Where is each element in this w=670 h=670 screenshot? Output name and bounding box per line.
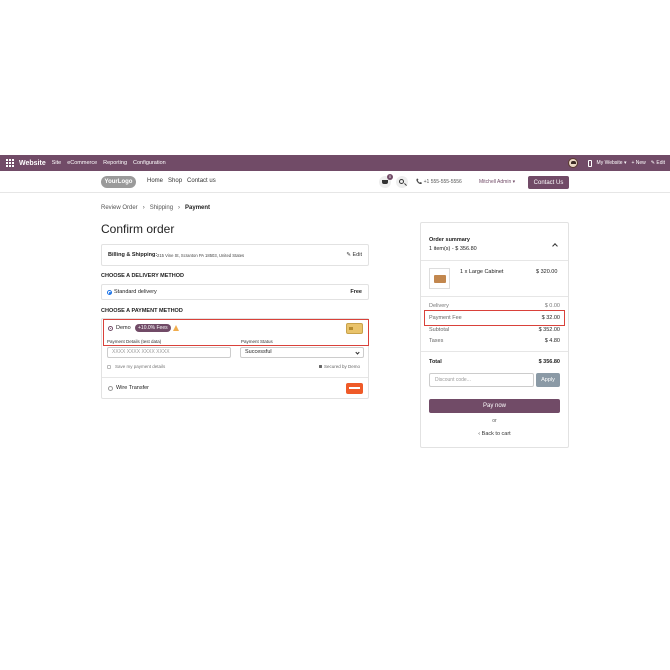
breadcrumb-review[interactable]: Review Order <box>101 205 138 211</box>
billing-label: Billing & Shipping: <box>108 252 158 258</box>
subtotal-row: Subtotal $ 352.00 <box>429 327 560 333</box>
logo-text-a: Your <box>104 179 118 185</box>
contact-us-button[interactable]: Contact Us <box>528 176 569 189</box>
billing-edit-button[interactable]: ✎ Edit <box>346 252 362 258</box>
lock-icon <box>319 365 322 368</box>
save-details-checkbox[interactable] <box>107 365 111 369</box>
divider <box>421 260 568 261</box>
payment-fee-label: Payment Fee <box>429 315 462 321</box>
breadcrumb-shipping[interactable]: Shipping <box>150 205 173 211</box>
admin-menu-ecommerce[interactable]: eCommerce <box>67 160 97 166</box>
logo-text-b: Logo <box>117 179 133 185</box>
mobile-preview-icon[interactable] <box>587 159 592 167</box>
breadcrumb-sep: › <box>142 205 145 211</box>
taxes-value: $ 4.80 <box>544 338 560 344</box>
breadcrumb-sep: › <box>178 205 181 211</box>
pay-now-button[interactable]: Pay now <box>429 399 560 413</box>
delivery-radio[interactable] <box>107 290 112 295</box>
subtotal-value: $ 352.00 <box>538 327 560 333</box>
admin-menu: Site eCommerce Reporting Configuration <box>52 160 172 166</box>
delivery-heading: CHOOSE A DELIVERY METHOD <box>101 273 185 279</box>
taxes-label: Taxes <box>429 338 444 344</box>
edit-button[interactable]: ✎ Edit <box>651 160 665 166</box>
order-summary-card <box>420 222 569 448</box>
delivery-row: Delivery $ 0.00 <box>429 303 560 309</box>
summary-title: Order summary <box>429 237 470 243</box>
payment-status-value: Successful <box>245 349 272 355</box>
card-number-input[interactable]: XXXX XXXX XXXX XXXX <box>107 347 231 358</box>
payment-heading: CHOOSE A PAYMENT METHOD <box>101 308 183 314</box>
new-button[interactable]: + New <box>631 160 645 166</box>
search-button[interactable] <box>396 176 408 188</box>
site-header: Your Logo Home Shop Contact us 0 📞 +1 555… <box>0 171 670 193</box>
breadcrumb-payment: Payment <box>185 205 211 211</box>
apply-button[interactable]: Apply <box>536 373 560 387</box>
site-logo[interactable]: Your Logo <box>101 176 136 188</box>
payment-fee-value: $ 32.00 <box>541 315 560 321</box>
nav-home[interactable]: Home <box>147 178 163 184</box>
delivery-method-label: Standard delivery <box>114 289 157 295</box>
delivery-row-label: Delivery <box>429 303 449 309</box>
my-website-menu[interactable]: My Website ▾ <box>597 160 627 166</box>
search-icon <box>399 179 404 184</box>
back-to-cart-link[interactable]: ‹ Back to cart <box>429 431 560 437</box>
fee-badge: +10.0% Fees <box>135 324 171 332</box>
taxes-row: Taxes $ 4.80 <box>429 338 560 344</box>
divider <box>102 377 368 378</box>
user-menu[interactable]: Mitchell Admin ▾ <box>479 179 515 185</box>
cart-icon <box>382 180 388 184</box>
wire-transfer-label[interactable]: Wire Transfer <box>116 385 149 391</box>
divider <box>421 351 568 352</box>
total-label: Total <box>429 359 442 365</box>
payment-details-label: Payment Details (test data) <box>107 339 162 344</box>
phone-number[interactable]: 📞 +1 555-555-5556 <box>416 179 462 185</box>
nav-contact[interactable]: Contact us <box>187 178 216 184</box>
summary-subtitle: 1 item(s) - $ 356.80 <box>429 246 477 252</box>
secured-by-text: Secured by Demo <box>324 364 361 369</box>
admin-bar: Website Site eCommerce Reporting Configu… <box>0 155 670 171</box>
discount-code-input[interactable]: Discount code... <box>429 373 534 387</box>
admin-menu-configuration[interactable]: Configuration <box>133 160 166 166</box>
divider <box>421 296 568 297</box>
demo-radio[interactable] <box>108 326 113 331</box>
demo-label[interactable]: Demo <box>116 325 131 331</box>
payment-status-select[interactable]: Successful <box>240 347 364 358</box>
page-title: Confirm order <box>101 222 175 236</box>
cart-button[interactable]: 0 <box>379 174 393 188</box>
wire-transfer-radio[interactable] <box>108 386 113 391</box>
product-name: 1 x Large Cabinet <box>460 269 504 275</box>
user-avatar[interactable] <box>567 158 578 168</box>
admin-menu-reporting[interactable]: Reporting <box>103 160 127 166</box>
total-row: Total $ 356.80 <box>429 359 560 365</box>
admin-right: My Website ▾ + New ✎ Edit <box>567 155 665 171</box>
payment-status-label: Payment Status <box>241 339 273 344</box>
delivery-option[interactable]: Standard delivery Free <box>101 284 369 300</box>
billing-address: 215 Vine St, Scranton PA 18503, United S… <box>157 253 245 258</box>
nav-shop[interactable]: Shop <box>168 178 182 184</box>
payment-fee-row: Payment Fee $ 32.00 <box>429 315 560 321</box>
delivery-row-value: $ 0.00 <box>544 303 560 309</box>
warning-icon <box>173 325 179 331</box>
delivery-price: Free <box>350 289 362 295</box>
total-value: $ 356.80 <box>538 359 560 365</box>
product-price: $ 320.00 <box>536 269 558 275</box>
product-image <box>429 268 450 289</box>
wire-transfer-icon <box>346 383 363 394</box>
or-separator: or <box>492 418 497 424</box>
billing-card: Billing & Shipping: 215 Vine St, Scranto… <box>101 244 369 266</box>
cart-count-badge: 0 <box>387 174 393 180</box>
breadcrumb: Review Order › Shipping › Payment <box>101 205 215 211</box>
credit-card-icon <box>346 323 363 334</box>
admin-menu-site[interactable]: Site <box>52 160 61 166</box>
save-details-label: Save my payment details <box>115 364 166 369</box>
main-nav: Home Shop Contact us <box>147 178 221 184</box>
admin-brand[interactable]: Website <box>19 160 46 167</box>
subtotal-label: Subtotal <box>429 327 450 333</box>
apps-grid-icon[interactable] <box>6 159 14 167</box>
chevron-down-icon <box>355 350 360 355</box>
